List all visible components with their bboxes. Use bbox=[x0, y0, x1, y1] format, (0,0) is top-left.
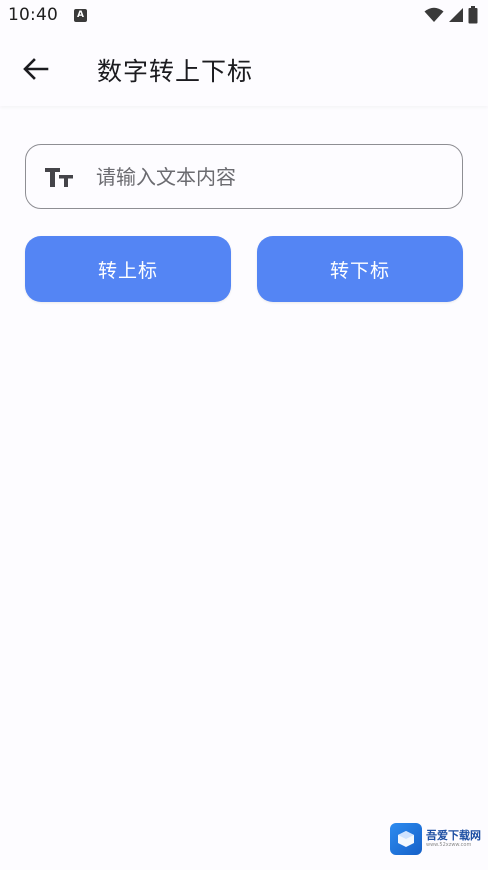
superscript-button[interactable]: 转上标 bbox=[25, 236, 231, 302]
status-right bbox=[424, 6, 478, 24]
watermark-text: 吾爱下载网 bbox=[426, 829, 481, 842]
cell-signal-icon bbox=[449, 8, 463, 22]
notification-a-icon: A bbox=[74, 8, 87, 22]
back-button[interactable] bbox=[19, 54, 53, 84]
subscript-button[interactable]: 转下标 bbox=[257, 236, 463, 302]
status-time: 10:40 bbox=[8, 5, 58, 25]
watermark-text-wrap: 吾爱下载网 www.52xzww.com bbox=[426, 830, 481, 848]
battery-icon bbox=[468, 6, 478, 24]
text-input[interactable] bbox=[96, 155, 446, 199]
watermark-logo-icon bbox=[390, 823, 422, 855]
arrow-back-icon bbox=[23, 58, 49, 80]
status-left: 10:40 A bbox=[8, 5, 87, 25]
wifi-icon bbox=[424, 7, 444, 22]
superscript-button-label: 转上标 bbox=[97, 259, 158, 282]
text-input-field[interactable] bbox=[25, 144, 463, 209]
status-bar: 10:40 A bbox=[0, 0, 488, 30]
text-size-icon bbox=[45, 168, 73, 187]
subscript-button-label: 转下标 bbox=[329, 259, 390, 282]
watermark: 吾爱下载网 www.52xzww.com bbox=[390, 822, 485, 856]
watermark-url: www.52xzww.com bbox=[426, 842, 472, 848]
app-bar: 数字转上下标 bbox=[0, 30, 488, 106]
page-title: 数字转上下标 bbox=[97, 57, 254, 86]
